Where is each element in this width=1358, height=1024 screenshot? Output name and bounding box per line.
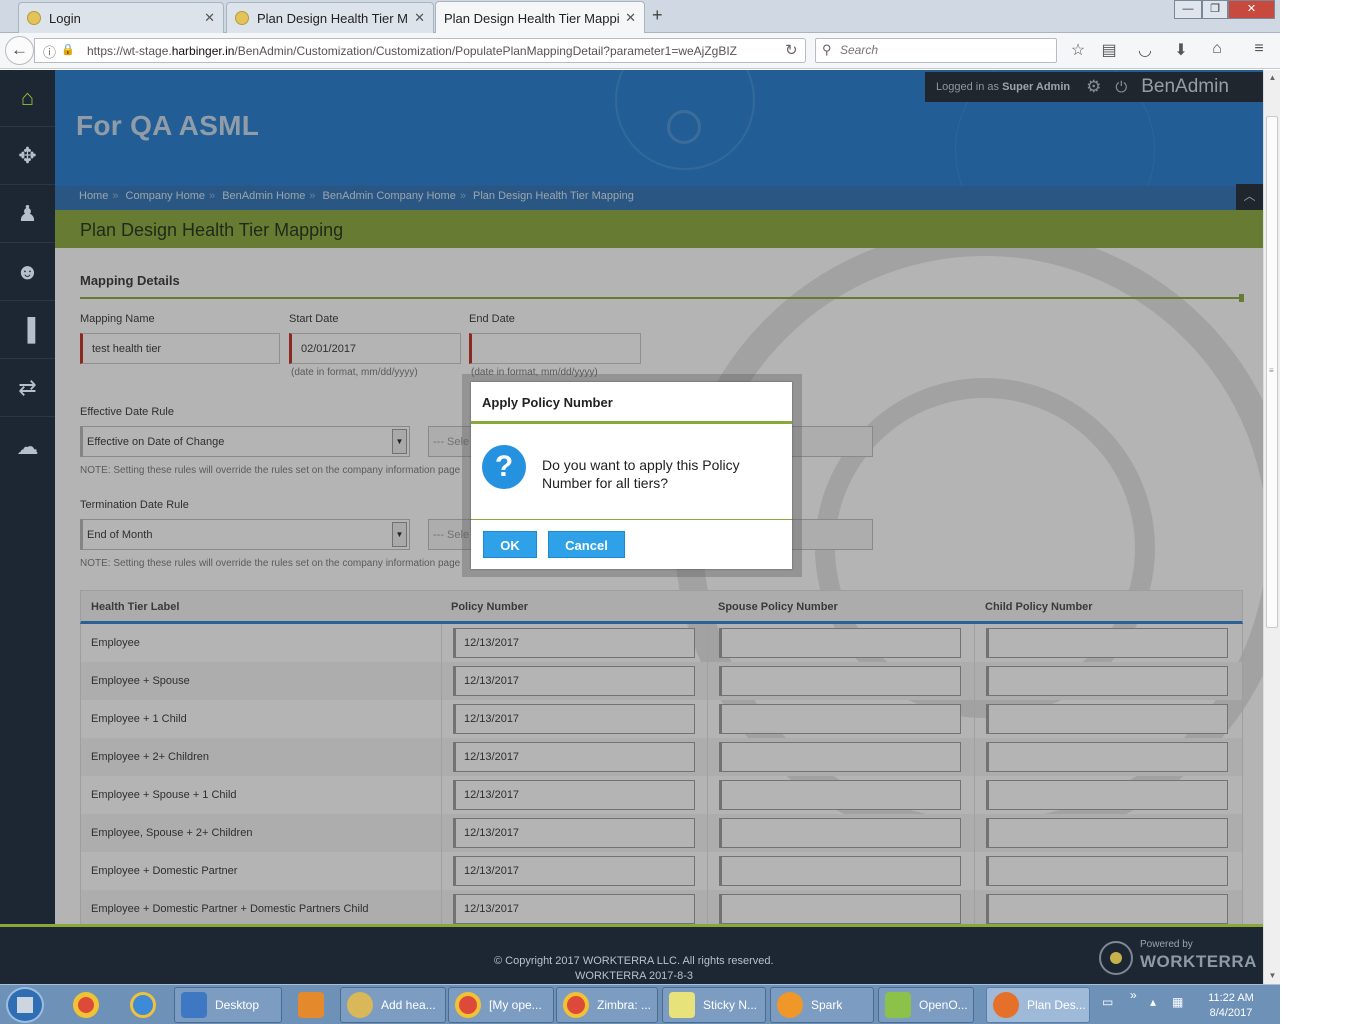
tab-title: Plan Design Health Tier Mapping — [257, 10, 409, 26]
close-tab-icon[interactable]: ✕ — [414, 10, 425, 26]
menu-hamburger-icon[interactable]: ≡ — [1248, 40, 1270, 58]
taskbar-item-openoffice[interactable]: OpenO... — [878, 987, 974, 1023]
sticky-notes-icon — [669, 992, 695, 1018]
taskbar-item-label: OpenO... — [919, 998, 968, 1012]
new-tab-icon[interactable]: + — [652, 5, 663, 26]
nav-home-icon[interactable]: ⌂ — [0, 70, 55, 127]
scroll-down-icon[interactable]: ▼ — [1264, 968, 1281, 983]
tab-title: Login — [49, 10, 81, 26]
taskbar-item-spark[interactable]: Spark — [770, 987, 874, 1023]
pocket-icon[interactable]: ◡ — [1134, 40, 1156, 60]
cancel-button[interactable]: Cancel — [548, 531, 625, 558]
clock-date: 8/4/2017 — [1209, 1007, 1253, 1019]
clock-time: 11:22 AM — [1208, 992, 1254, 1004]
spark-icon — [777, 992, 803, 1018]
spreadsheet-icon — [885, 992, 911, 1018]
url-text[interactable]: https://wt-stage.harbinger.in/BenAdmin/C… — [87, 44, 751, 58]
taskbar-item-label: Spark — [811, 998, 843, 1012]
home-icon[interactable]: ⌂ — [1206, 40, 1228, 58]
tab-plan-design-1[interactable]: Plan Design Health Tier Mapping ✕ — [226, 2, 434, 33]
taskbar-item-paint[interactable]: Add hea... — [340, 987, 446, 1023]
expand-tray-icon[interactable]: » — [1130, 988, 1137, 1002]
url-bar[interactable]: ⓘ 🔒 https://wt-stage.harbinger.in/BenAdm… — [34, 38, 806, 63]
taskbar-item-sticky-notes[interactable]: Sticky N... — [662, 987, 766, 1023]
ok-button[interactable]: OK — [483, 531, 537, 558]
powered-by-logo: Powered by WORKTERRA — [1099, 939, 1256, 979]
minimize-button[interactable]: — — [1174, 0, 1202, 19]
scrollbar-grip-icon: ≡ — [1269, 366, 1274, 375]
media-player-pinned-icon[interactable] — [284, 987, 338, 1023]
start-button[interactable] — [6, 987, 44, 1023]
search-icon: ⚲ — [822, 42, 832, 57]
desktop-margin — [1280, 0, 1358, 984]
download-icon[interactable]: ⬇ — [1170, 40, 1192, 60]
browser-search-box[interactable]: ⚲ — [815, 38, 1057, 63]
taskbar-item-desktop[interactable]: Desktop — [174, 987, 282, 1023]
reload-icon[interactable]: ↻ — [785, 41, 798, 59]
chrome-pinned-icon[interactable] — [59, 987, 113, 1023]
powered-by-brand: WORKTERRA — [1140, 952, 1257, 971]
taskbar-item-label: Add hea... — [381, 998, 436, 1012]
question-icon: ? — [482, 445, 526, 489]
dialog-divider — [471, 519, 792, 520]
nav-transfer-icon[interactable]: ⇄ — [0, 360, 55, 417]
taskbar-item-chrome-1[interactable]: [My ope... — [448, 987, 554, 1023]
url-path: /BenAdmin/Customization/Customization/Po… — [234, 44, 738, 58]
dialog-message: Do you want to apply this Policy Number … — [542, 457, 740, 491]
taskbar-clock[interactable]: 11:22 AM 8/4/2017 — [1196, 991, 1266, 1021]
vertical-scrollbar[interactable]: ▲ ≡ ▼ — [1263, 70, 1280, 984]
nav-bar-chart-icon[interactable]: ▐ — [0, 302, 55, 359]
browser-search-input[interactable] — [840, 43, 1040, 57]
dialog-header: Apply Policy Number — [471, 382, 792, 424]
taskbar-item-label: Desktop — [215, 998, 260, 1012]
paint-icon — [347, 992, 373, 1018]
chrome-icon — [455, 992, 481, 1018]
url-domain: harbinger.in — [171, 44, 235, 58]
dialog-title: Apply Policy Number — [482, 395, 613, 410]
tab-login[interactable]: Login ✕ — [18, 2, 224, 33]
site-favicon-icon — [235, 11, 249, 25]
apply-policy-dialog: Apply Policy Number ? Do you want to app… — [471, 382, 792, 569]
ie-pinned-icon[interactable] — [116, 987, 170, 1023]
flag-tray-icon[interactable]: ▴ — [1150, 995, 1156, 1009]
scroll-up-icon[interactable]: ▲ — [1264, 70, 1281, 85]
taskbar-item-label: Sticky N... — [703, 998, 758, 1012]
taskbar-item-firefox[interactable]: Plan Des... — [986, 987, 1090, 1023]
taskbar-item-label: Plan Des... — [1027, 998, 1086, 1012]
nav-chat-icon[interactable]: ☁ — [0, 418, 55, 475]
restore-button[interactable]: ❐ — [1202, 0, 1228, 19]
copyright-text: © Copyright 2017 WORKTERRA LLC. All righ… — [494, 955, 774, 967]
windows-taskbar: Desktop Add hea... [My ope... Zimbra: ..… — [0, 984, 1280, 1024]
close-tab-icon[interactable]: ✕ — [625, 10, 636, 26]
folder-tray-icon[interactable]: ▭ — [1102, 995, 1113, 1009]
back-arrow-icon[interactable]: ← — [5, 36, 34, 65]
left-navigation: ⌂ ✥ ♟ ☻ ▐ ⇄ ☁ — [0, 70, 55, 924]
taskbar-item-label: Zimbra: ... — [597, 998, 652, 1012]
powered-by-text: Powered by — [1140, 939, 1193, 950]
network-tray-icon[interactable]: ▦ — [1172, 995, 1183, 1009]
reading-list-icon[interactable]: ▤ — [1098, 40, 1120, 60]
tab-title: Plan Design Health Tier Mapping — [444, 10, 620, 26]
nav-user-star-icon[interactable]: ♟ — [0, 186, 55, 243]
close-tab-icon[interactable]: ✕ — [204, 10, 215, 26]
info-icon[interactable]: ⓘ — [43, 42, 56, 61]
nav-user-icon[interactable]: ☻ — [0, 244, 55, 301]
browser-nav-bar: ← ⓘ 🔒 https://wt-stage.harbinger.in/BenA… — [0, 33, 1280, 69]
bookmark-star-icon[interactable]: ☆ — [1067, 40, 1089, 60]
desktop-icon — [181, 992, 207, 1018]
site-favicon-icon — [27, 11, 41, 25]
nav-puzzle-icon[interactable]: ✥ — [0, 128, 55, 185]
lock-warning-icon[interactable]: 🔒 — [61, 43, 75, 56]
footer: © Copyright 2017 WORKTERRA LLC. All righ… — [0, 924, 1263, 984]
taskbar-item-zimbra[interactable]: Zimbra: ... — [556, 987, 658, 1023]
taskbar-item-label: [My ope... — [489, 998, 542, 1012]
window-close-button[interactable]: ✕ — [1228, 0, 1275, 19]
url-prefix: https://wt-stage. — [87, 44, 172, 58]
tab-plan-design-active[interactable]: Plan Design Health Tier Mapping ✕ — [435, 1, 645, 34]
workterra-logo-icon — [1099, 941, 1133, 975]
chrome-icon — [563, 992, 589, 1018]
firefox-icon — [993, 992, 1019, 1018]
version-text: WORKTERRA 2017-8-3 — [575, 970, 693, 982]
browser-tab-bar: Login ✕ Plan Design Health Tier Mapping … — [0, 0, 1280, 34]
